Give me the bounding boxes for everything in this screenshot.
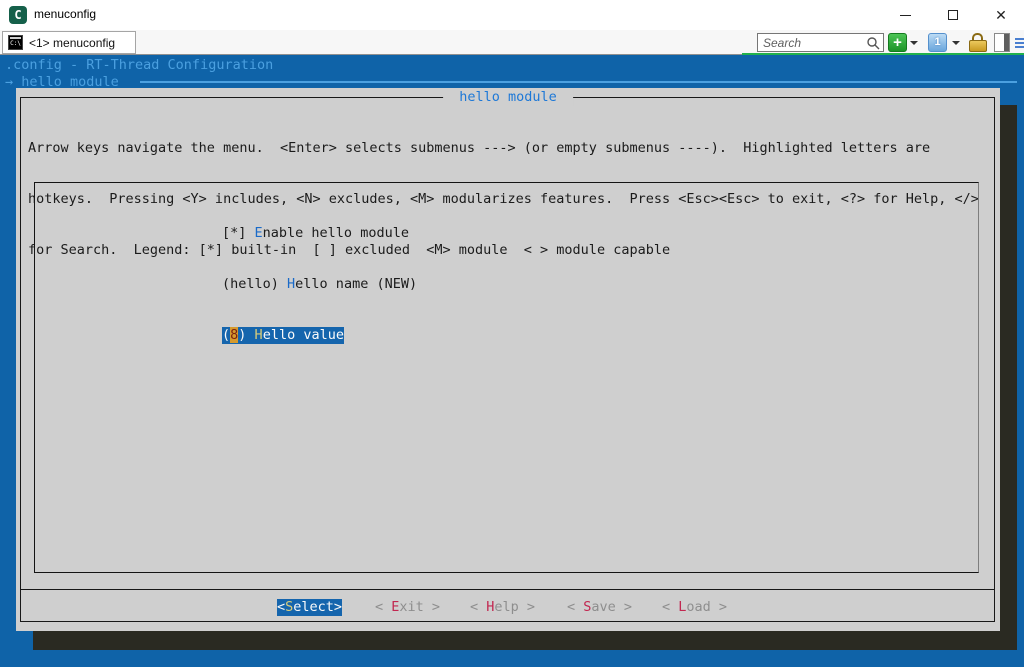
save-button[interactable]: < Save >	[567, 599, 632, 616]
dialog-shadow-right	[1000, 105, 1017, 650]
hotkey-letter: H	[287, 276, 295, 292]
config-header-line: .config - RT-Thread Configuration	[5, 57, 273, 74]
close-button[interactable]: ✕	[979, 0, 1023, 30]
menu-items: [*] Enable hello module (hello) Hello na…	[222, 191, 417, 378]
button-separator	[21, 589, 995, 590]
help-button[interactable]: < Help >	[470, 599, 535, 616]
terminal[interactable]: .config - RT-Thread Configuration → hell…	[0, 55, 1024, 667]
tab-menuconfig[interactable]: C:\ <1> menuconfig	[2, 31, 136, 54]
search-input[interactable]	[761, 34, 863, 51]
menu-item-hello-value-selected[interactable]: (8) Hello value	[222, 327, 417, 344]
tab-label: <1> menuconfig	[29, 36, 115, 50]
scroll-toggle-icon[interactable]	[994, 33, 1010, 52]
hamburger-menu-icon[interactable]	[1015, 38, 1024, 50]
close-icon: ✕	[995, 8, 1007, 22]
select-button[interactable]: <Select>	[277, 599, 342, 616]
conemu-app-icon: C	[9, 6, 27, 24]
hotkey-letter: H	[255, 327, 263, 343]
new-console-dropdown-icon[interactable]	[910, 41, 918, 45]
tabbar: C:\ <1> menuconfig + 1	[0, 30, 1024, 55]
hotkey-letter: E	[255, 225, 263, 241]
dialog-title: hello module	[443, 89, 573, 106]
console-number-button[interactable]: 1	[928, 33, 947, 52]
window-title: menuconfig	[34, 7, 96, 21]
exit-button[interactable]: < Exit >	[375, 599, 440, 616]
conemu-window: C menuconfig ✕ C:\ <1> menuconfig + 1	[0, 0, 1024, 667]
maximize-button[interactable]	[931, 0, 975, 30]
menuconfig-dialog: hello module Arrow keys navigate the men…	[16, 88, 1000, 631]
titlebar[interactable]: C menuconfig ✕	[0, 0, 1024, 30]
cmd-console-icon: C:\	[8, 35, 23, 50]
menu-list-box	[34, 182, 979, 573]
menu-item-enable-hello-module[interactable]: [*] Enable hello module	[222, 225, 417, 242]
instructions-line-1: Arrow keys navigate the menu. <Enter> se…	[28, 140, 979, 157]
dialog-shadow-bottom	[33, 630, 1017, 650]
search-box[interactable]	[757, 33, 884, 52]
minimize-button[interactable]	[883, 0, 927, 30]
lock-body	[969, 40, 987, 52]
console-list-dropdown-icon[interactable]	[952, 41, 960, 45]
lock-icon[interactable]	[969, 33, 987, 52]
new-console-button[interactable]: +	[888, 33, 907, 52]
load-button[interactable]: < Load >	[662, 599, 727, 616]
breadcrumb-rule	[140, 81, 1017, 83]
search-icon	[866, 36, 880, 50]
maximize-icon	[948, 10, 958, 20]
minimize-icon	[900, 15, 911, 16]
menu-item-hello-name[interactable]: (hello) Hello name (NEW)	[222, 276, 417, 293]
